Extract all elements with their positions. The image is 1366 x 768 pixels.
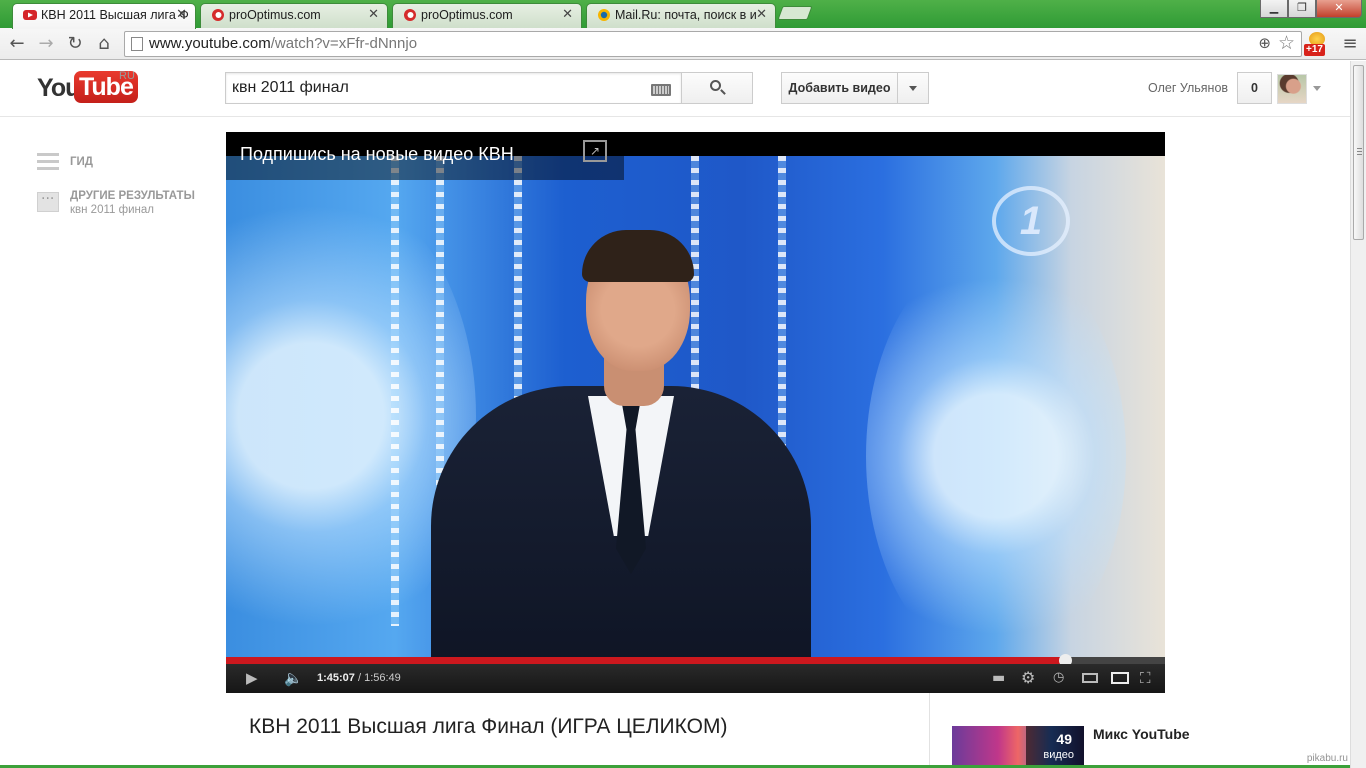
thumbnail-overlay: [1026, 726, 1084, 768]
video-title: КВН 2011 Высшая лига Финал (ИГРА ЦЕЛИКОМ…: [249, 715, 728, 738]
extension-badge: +17: [1304, 44, 1325, 56]
search-query: квн 2011 финал: [232, 79, 349, 96]
window-close-button[interactable]: ✕: [1316, 0, 1362, 18]
watch-later-icon[interactable]: ◷: [1053, 669, 1064, 687]
page-viewport: You Tube RU квн 2011 финал Добавить виде…: [0, 61, 1350, 768]
notifications-button[interactable]: 0: [1237, 72, 1272, 104]
video-overlay-title[interactable]: Подпишись на новые видео КВН ↗: [226, 132, 624, 180]
presenter-hair: [582, 230, 694, 282]
tab-title: proOptimus.com: [229, 8, 321, 22]
tab-mailru[interactable]: Mail.Ru: почта, поиск в и ✕: [586, 3, 776, 28]
keyboard-icon[interactable]: [651, 84, 671, 96]
guide-icon: [37, 151, 59, 171]
site-icon: [212, 9, 224, 21]
close-icon[interactable]: ✕: [562, 4, 573, 26]
volume-icon[interactable]: 🔈: [284, 669, 303, 687]
current-time: 1:45:07: [317, 672, 355, 684]
video-frame[interactable]: 1: [226, 156, 1165, 657]
time-display: 1:45:07 / 1:56:49: [317, 672, 401, 684]
settings-icon[interactable]: ⚙: [1021, 669, 1035, 687]
tab-strip: КВН 2011 Высшая лига Ф ✕ proOptimus.com …: [0, 0, 1366, 29]
chevron-down-icon: [909, 86, 917, 91]
play-icon[interactable]: ▶: [246, 669, 258, 687]
search-icon: [710, 80, 721, 91]
address-bar[interactable]: www.youtube.com/watch?v=xFfr-dNnnjo ⊕ ☆: [124, 31, 1302, 57]
fullscreen-icon[interactable]: ⛶: [1140, 669, 1151, 687]
playlist-count-label: видео: [1043, 749, 1074, 761]
tab-title: КВН 2011 Высшая лига Ф: [41, 8, 189, 22]
browser-window: { "browser": { "tabs": [ {"title": "КВН …: [0, 0, 1366, 768]
related-thumbnail[interactable]: 49 видео: [952, 726, 1084, 768]
url-path: /watch?v=xFfr-dNnnjo: [270, 35, 418, 52]
restore-button[interactable]: ❐: [1288, 0, 1316, 18]
home-icon[interactable]: ⌂: [92, 32, 116, 56]
zoom-icon[interactable]: ⊕: [1258, 34, 1271, 52]
progress-played: [226, 657, 1065, 664]
extension-button[interactable]: +17: [1304, 32, 1330, 56]
captions-icon[interactable]: ▬: [992, 669, 1005, 687]
lights-1: [391, 156, 399, 626]
star-icon[interactable]: ☆: [1278, 32, 1295, 54]
scrollbar-thumb[interactable]: [1353, 65, 1364, 240]
account-chevron-down-icon[interactable]: [1313, 86, 1321, 91]
close-icon[interactable]: ✕: [368, 4, 379, 26]
video-player[interactable]: 1 Подпишись на новые видео КВН ↗ ▶ 🔈 1:4…: [226, 132, 1165, 693]
new-tab-button[interactable]: [777, 6, 813, 20]
browser-toolbar: ← → ↻ ⌂ www.youtube.com/watch?v=xFfr-dNn…: [0, 28, 1366, 60]
tree-right: [866, 246, 1126, 657]
search-input[interactable]: квн 2011 финал: [225, 72, 682, 104]
duration: 1:56:49: [364, 672, 401, 684]
playlist-count: 49: [1056, 731, 1072, 747]
minimize-button[interactable]: ▁: [1260, 0, 1288, 18]
tab-title: proOptimus.com: [421, 8, 513, 22]
small-player-icon[interactable]: [1082, 673, 1098, 683]
tab-prooptimus-2[interactable]: proOptimus.com ✕: [392, 3, 582, 28]
overlay-title-text: Подпишись на новые видео КВН: [240, 144, 514, 164]
tab-title: Mail.Ru: почта, поиск в и: [615, 8, 757, 22]
upload-button[interactable]: Добавить видео: [781, 72, 898, 104]
wrench-icon[interactable]: ≡: [1338, 32, 1362, 56]
forward-icon[interactable]: →: [34, 32, 58, 56]
page-icon: [131, 37, 143, 51]
time-separator: /: [354, 672, 365, 684]
vertical-scrollbar[interactable]: [1350, 61, 1366, 768]
user-name[interactable]: Олег Ульянов: [1148, 81, 1228, 95]
search-button[interactable]: [681, 72, 753, 104]
guide-label: ГИД: [70, 156, 93, 168]
youtube-masthead: You Tube RU квн 2011 финал Добавить виде…: [0, 61, 1350, 117]
logo-region: RU: [119, 70, 135, 82]
mail-icon: [598, 9, 610, 21]
related-title[interactable]: Микс YouTube: [1093, 726, 1190, 742]
more-icon: [37, 191, 59, 212]
tab-youtube[interactable]: КВН 2011 Высшая лига Ф ✕: [12, 3, 196, 29]
other-results-label: ДРУГИЕ РЕЗУЛЬТАТЫ: [70, 190, 195, 202]
url-host: www.youtube.com: [149, 35, 271, 52]
progress-bar[interactable]: [226, 654, 1165, 667]
share-icon[interactable]: ↗: [583, 140, 607, 162]
large-player-icon[interactable]: [1111, 672, 1129, 684]
tab-prooptimus-1[interactable]: proOptimus.com ✕: [200, 3, 388, 28]
youtube-icon: [23, 10, 37, 20]
address-url[interactable]: www.youtube.com/watch?v=xFfr-dNnnjo: [149, 35, 417, 52]
back-icon[interactable]: ←: [5, 32, 29, 56]
column-divider: [929, 693, 930, 768]
site-icon: [404, 9, 416, 21]
reload-icon[interactable]: ↻: [63, 32, 87, 56]
player-controls: ▶ 🔈 1:45:07 / 1:56:49 ▬ ⚙ ◷ ⛶: [226, 664, 1165, 693]
watermark: pikabu.ru: [1306, 753, 1348, 764]
avatar[interactable]: [1277, 74, 1307, 104]
upload-dropdown-button[interactable]: [897, 72, 929, 104]
channel-logo: 1: [992, 186, 1070, 256]
close-icon[interactable]: ✕: [756, 4, 767, 26]
other-results-query: квн 2011 финал: [70, 204, 154, 216]
close-icon[interactable]: ✕: [176, 4, 187, 26]
